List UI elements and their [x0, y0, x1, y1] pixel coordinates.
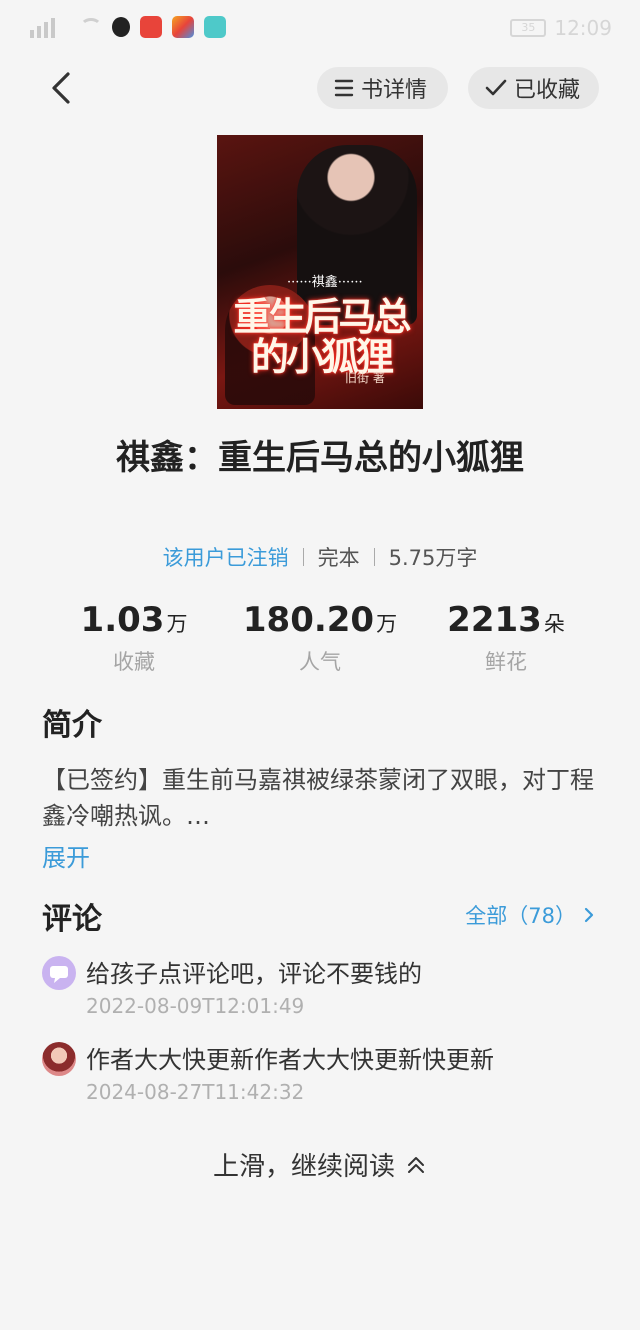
battery-icon: 35 — [510, 19, 547, 37]
stat-value: 1.03 — [80, 600, 165, 640]
all-comments-link[interactable]: 全部（78） — [465, 900, 596, 930]
comment-text: 作者大大快更新作者大大快更新快更新 — [86, 1046, 494, 1074]
comments-heading: 评论 — [42, 902, 102, 937]
chevron-right-icon — [584, 907, 594, 923]
favorited-label: 已收藏 — [514, 78, 581, 103]
word-count: 5.75万字 — [388, 546, 478, 570]
stat-popularity: 180.20万 人气 — [230, 600, 410, 676]
status-bar: 35 12:09 — [0, 0, 640, 56]
stat-value: 2213 — [447, 600, 542, 640]
avatar — [42, 1042, 76, 1076]
comment-time: 2024-08-27T11:42:32 — [86, 1080, 305, 1104]
comment-time: 2022-08-09T12:01:49 — [86, 994, 305, 1018]
continue-label: 上滑，继续阅读 — [212, 1152, 395, 1182]
check-icon — [485, 79, 507, 96]
favorited-button[interactable]: 已收藏 — [468, 67, 599, 109]
stat-unit: 万 — [166, 612, 188, 636]
intro-heading: 简介 — [42, 708, 102, 743]
author-link[interactable]: 该用户已注销 — [163, 542, 289, 572]
app-color-icon — [172, 16, 194, 38]
divider — [302, 548, 304, 566]
wifi-icon — [80, 18, 102, 36]
stat-value: 180.20 — [242, 600, 375, 640]
list-icon — [334, 79, 354, 97]
book-detail-page: 35 12:09 书详情 已收藏 ······祺鑫······ 重生后马总 的小… — [0, 0, 640, 1330]
expand-link[interactable]: 展开 — [42, 838, 90, 873]
back-button[interactable] — [40, 66, 84, 110]
chevron-left-icon — [52, 72, 70, 104]
status-left — [30, 16, 226, 38]
comment-text: 给孩子点评论吧，评论不要钱的 — [86, 960, 422, 988]
cover-tag: ······祺鑫······ — [287, 275, 363, 290]
cover-author: 旧街 著 — [345, 371, 385, 385]
book-cover[interactable]: ······祺鑫······ 重生后马总 的小狐狸 旧街 著 — [217, 135, 423, 409]
status-right: 35 12:09 — [510, 16, 612, 40]
app-teal-icon — [204, 16, 226, 38]
stat-label: 收藏 — [113, 650, 155, 674]
app-red-icon — [140, 16, 162, 38]
book-title: 祺鑫：重生后马总的小狐狸 — [116, 438, 524, 478]
cover-title-line1: 重生后马总 — [233, 294, 411, 339]
book-detail-button[interactable]: 书详情 — [317, 67, 448, 109]
clock: 12:09 — [554, 16, 612, 40]
book-status: 完本 — [317, 546, 360, 570]
stat-flowers: 2213朵 鲜花 — [416, 600, 596, 676]
cover-title-line2: 的小狐狸 — [250, 334, 394, 379]
stat-favorites: 1.03万 收藏 — [44, 600, 224, 676]
stat-unit: 朵 — [543, 612, 565, 636]
book-detail-label: 书详情 — [361, 78, 428, 103]
stat-label: 人气 — [299, 650, 341, 674]
continue-reading[interactable]: 上滑，继续阅读 — [0, 1146, 640, 1183]
qq-icon — [112, 17, 130, 37]
intro-text: 【已签约】重生前马嘉祺被绿茶蒙闭了双眼，对丁程鑫冷嘲热讽。… — [42, 766, 594, 830]
book-meta: 该用户已注销 完本 5.75万字 — [0, 542, 640, 572]
double-chevron-up-icon — [408, 1156, 424, 1173]
all-comments-label: 全部（78） — [465, 904, 576, 928]
comment-avatar-icon — [42, 956, 76, 990]
signal-icon — [30, 16, 70, 38]
divider — [373, 548, 375, 566]
cover-title: 重生后马总 的小狐狸 — [225, 297, 417, 377]
stat-label: 鲜花 — [485, 650, 527, 674]
stat-unit: 万 — [376, 612, 398, 636]
